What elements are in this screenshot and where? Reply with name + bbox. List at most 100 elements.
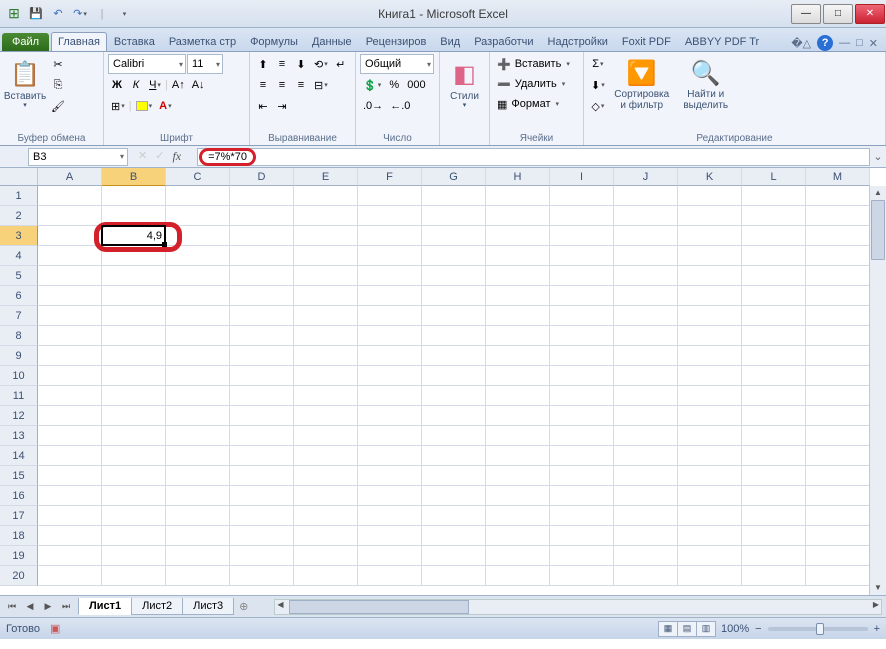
cell[interactable] <box>742 486 806 506</box>
cell[interactable] <box>358 386 422 406</box>
cell[interactable] <box>102 286 166 306</box>
cell[interactable] <box>294 186 358 206</box>
cell[interactable] <box>230 566 294 586</box>
cell[interactable] <box>358 246 422 266</box>
column-header[interactable]: G <box>422 168 486 186</box>
cell[interactable] <box>806 386 870 406</box>
cell[interactable] <box>38 226 102 246</box>
cell[interactable] <box>358 266 422 286</box>
cell[interactable] <box>742 226 806 246</box>
cell[interactable] <box>166 206 230 226</box>
cell[interactable] <box>230 286 294 306</box>
cell[interactable] <box>742 286 806 306</box>
redo-icon[interactable]: ↷ <box>70 4 90 24</box>
sheet-tab[interactable]: Лист1 <box>78 598 132 615</box>
row-header[interactable]: 3 <box>0 226 38 246</box>
cell[interactable] <box>614 566 678 586</box>
cell[interactable] <box>166 526 230 546</box>
cell[interactable] <box>422 526 486 546</box>
cell[interactable] <box>422 466 486 486</box>
cell[interactable] <box>486 186 550 206</box>
cell[interactable] <box>38 566 102 586</box>
cut-icon[interactable]: ✂ <box>48 54 68 74</box>
cell[interactable] <box>38 466 102 486</box>
cell[interactable] <box>102 386 166 406</box>
cell[interactable] <box>166 226 230 246</box>
styles-button[interactable]: ◧Стили▾ <box>444 54 485 118</box>
column-header[interactable]: M <box>806 168 870 186</box>
cell[interactable] <box>486 306 550 326</box>
cell[interactable] <box>742 546 806 566</box>
increase-decimal-icon[interactable]: .0→ <box>360 96 386 116</box>
cell[interactable] <box>550 326 614 346</box>
cell[interactable] <box>742 186 806 206</box>
cell[interactable] <box>38 306 102 326</box>
decrease-indent-icon[interactable]: ⇤ <box>254 96 272 116</box>
cell[interactable] <box>742 206 806 226</box>
cell[interactable] <box>422 206 486 226</box>
cell[interactable] <box>166 246 230 266</box>
cell[interactable] <box>166 566 230 586</box>
comma-icon[interactable]: 000 <box>404 75 428 95</box>
cell[interactable] <box>358 406 422 426</box>
insert-cells-button[interactable]: ➕Вставить <box>494 54 578 74</box>
cell[interactable] <box>294 446 358 466</box>
cell[interactable] <box>358 486 422 506</box>
align-center-icon[interactable]: ≡ <box>273 75 291 95</box>
cell[interactable] <box>230 426 294 446</box>
cell[interactable] <box>742 426 806 446</box>
cell[interactable] <box>294 546 358 566</box>
cell[interactable] <box>38 506 102 526</box>
cell[interactable] <box>294 226 358 246</box>
format-cells-button[interactable]: ▦Формат <box>494 94 578 114</box>
cell[interactable] <box>742 306 806 326</box>
cell[interactable] <box>358 306 422 326</box>
cell[interactable] <box>294 206 358 226</box>
cell[interactable] <box>230 226 294 246</box>
cell[interactable] <box>230 246 294 266</box>
cell[interactable] <box>678 566 742 586</box>
cell[interactable] <box>38 546 102 566</box>
cell[interactable] <box>486 286 550 306</box>
cell[interactable] <box>806 426 870 446</box>
cell[interactable] <box>678 306 742 326</box>
cell[interactable] <box>230 346 294 366</box>
cell[interactable] <box>294 406 358 426</box>
doc-restore-icon[interactable]: □ <box>856 37 863 49</box>
row-header[interactable]: 10 <box>0 366 38 386</box>
cell[interactable] <box>614 446 678 466</box>
cell[interactable] <box>614 386 678 406</box>
cell[interactable] <box>102 526 166 546</box>
cell[interactable] <box>230 486 294 506</box>
cell[interactable] <box>102 546 166 566</box>
cell[interactable] <box>550 246 614 266</box>
cell[interactable] <box>806 226 870 246</box>
excel-icon[interactable]: ⊞ <box>4 4 24 24</box>
column-header[interactable]: B <box>102 168 166 186</box>
cell[interactable] <box>550 286 614 306</box>
cell[interactable] <box>166 486 230 506</box>
cell[interactable] <box>550 346 614 366</box>
vertical-scrollbar[interactable]: ▲ ▼ <box>869 186 886 595</box>
copy-icon[interactable]: ⎘ <box>48 75 68 95</box>
bold-button[interactable]: Ж <box>108 75 126 95</box>
cell[interactable] <box>422 326 486 346</box>
cell[interactable] <box>742 406 806 426</box>
cell[interactable] <box>486 406 550 426</box>
cell[interactable] <box>294 326 358 346</box>
cell[interactable] <box>422 506 486 526</box>
row-header[interactable]: 2 <box>0 206 38 226</box>
cell[interactable] <box>550 306 614 326</box>
column-header[interactable]: C <box>166 168 230 186</box>
cell[interactable] <box>230 206 294 226</box>
cell[interactable] <box>806 486 870 506</box>
cell[interactable] <box>294 346 358 366</box>
font-size-combo[interactable]: 11 <box>187 54 223 74</box>
cell[interactable] <box>166 506 230 526</box>
new-sheet-icon[interactable]: ⊕ <box>233 600 254 613</box>
minimize-ribbon-icon[interactable]: �△ <box>791 37 811 50</box>
cell[interactable] <box>678 526 742 546</box>
scroll-up-icon[interactable]: ▲ <box>870 186 886 200</box>
cell[interactable] <box>38 326 102 346</box>
cell[interactable] <box>678 506 742 526</box>
